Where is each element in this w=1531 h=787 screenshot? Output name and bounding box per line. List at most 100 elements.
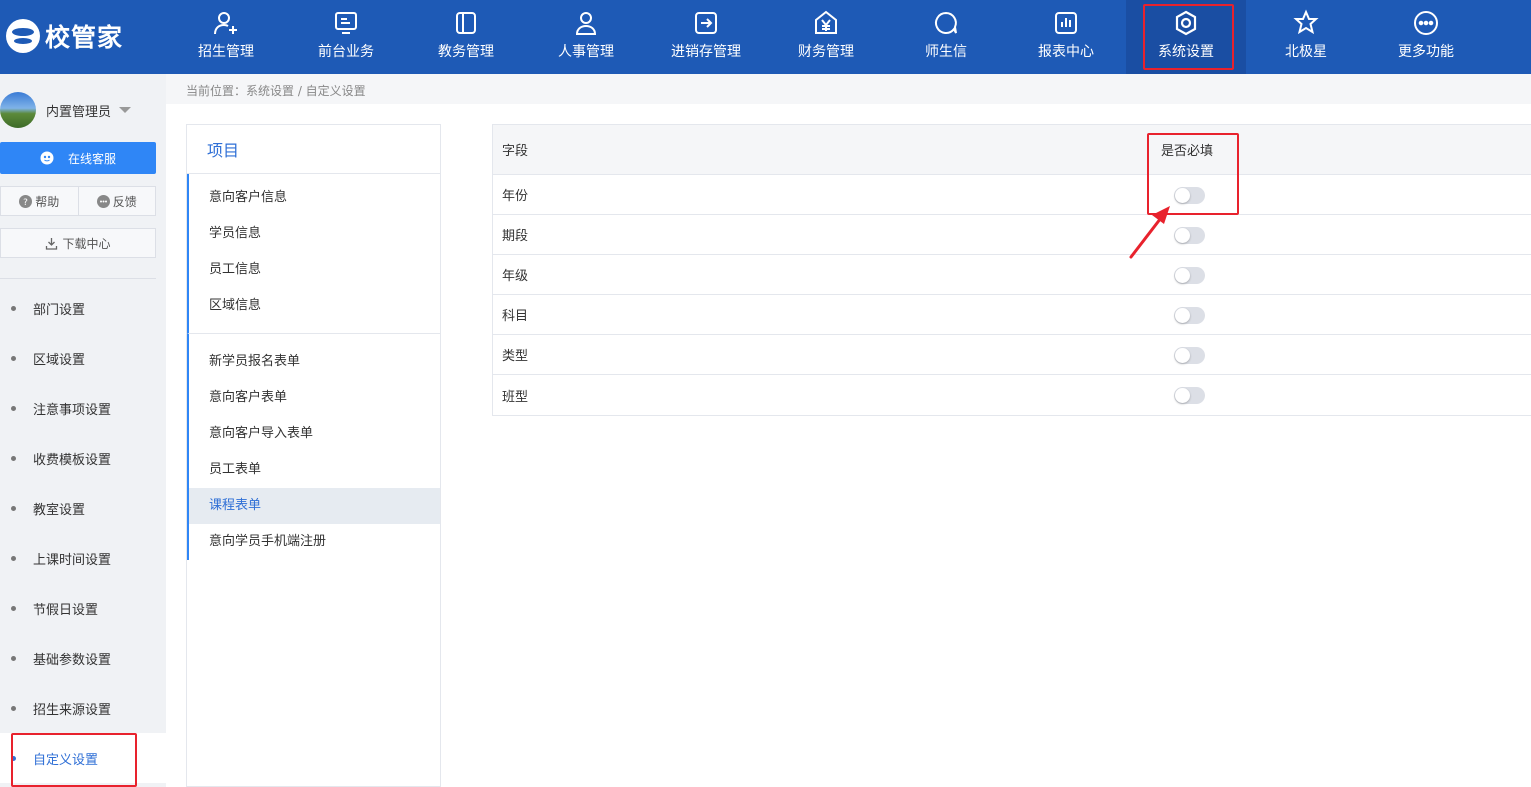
required-toggle[interactable] bbox=[1174, 387, 1205, 404]
nav-item-finance[interactable]: 财务管理 bbox=[766, 0, 886, 74]
sidebar-item-custom-settings[interactable]: 自定义设置 bbox=[0, 733, 166, 783]
table-header: 字段 是否必填 bbox=[493, 125, 1531, 175]
sidebar-item-basic-params[interactable]: 基础参数设置 bbox=[0, 633, 166, 683]
left-sidebar: 内置管理员 在线客服 ? 帮助 反馈 下载中心 部门设置 区域设置 注意事项设置… bbox=[0, 74, 166, 787]
project-item-student-info[interactable]: 学员信息 bbox=[189, 216, 440, 252]
sidebar-item-notices[interactable]: 注意事项设置 bbox=[0, 383, 166, 433]
breadcrumb: 当前位置：系统设置 / 自定义设置 bbox=[166, 74, 1531, 104]
field-name: 期段 bbox=[502, 229, 529, 244]
caret-down-icon bbox=[119, 107, 132, 113]
bullet-icon bbox=[11, 655, 16, 661]
required-toggle[interactable] bbox=[1174, 227, 1205, 244]
required-toggle[interactable] bbox=[1174, 267, 1205, 284]
feedback-label: 反馈 bbox=[112, 194, 137, 209]
column-header-required: 是否必填 bbox=[1161, 144, 1214, 159]
table-row: 类型 bbox=[493, 335, 1531, 375]
toggle-knob bbox=[1175, 388, 1190, 403]
table-row: 年份 bbox=[493, 175, 1531, 215]
nav-item-messaging[interactable]: 师生信 bbox=[886, 0, 1006, 74]
toggle-knob bbox=[1175, 268, 1190, 283]
exchange-icon bbox=[695, 12, 717, 34]
bullet-icon bbox=[11, 705, 16, 711]
sidebar-item-label: 基础参数设置 bbox=[33, 652, 112, 668]
nav-item-more[interactable]: 更多功能 bbox=[1366, 0, 1486, 74]
sidebar-item-class-time[interactable]: 上课时间设置 bbox=[0, 533, 166, 583]
sidebar-item-holidays[interactable]: 节假日设置 bbox=[0, 583, 166, 633]
sidebar-item-label: 教室设置 bbox=[33, 502, 86, 518]
more-icon bbox=[1414, 11, 1438, 35]
nav-item-label: 北极星 bbox=[1285, 44, 1327, 60]
feedback-icon bbox=[96, 194, 110, 208]
app-logo[interactable]: 校管家 bbox=[6, 14, 123, 58]
user-menu[interactable]: 内置管理员 bbox=[0, 90, 166, 130]
bullet-icon bbox=[11, 605, 16, 611]
book-icon bbox=[456, 12, 476, 34]
required-toggle[interactable] bbox=[1174, 347, 1205, 364]
nav-item-label: 教务管理 bbox=[438, 44, 494, 60]
field-name: 类型 bbox=[502, 349, 529, 364]
star-icon bbox=[1293, 9, 1319, 35]
help-button[interactable]: ? 帮助 bbox=[1, 187, 78, 215]
user-name: 内置管理员 bbox=[46, 104, 112, 120]
nav-item-reports[interactable]: 报表中心 bbox=[1006, 0, 1126, 74]
gear-icon bbox=[1175, 10, 1197, 36]
sidebar-item-region[interactable]: 区域设置 bbox=[0, 333, 166, 383]
bullet-icon bbox=[11, 355, 16, 361]
table-row: 年级 bbox=[493, 255, 1531, 295]
project-item-new-student-form[interactable]: 新学员报名表单 bbox=[189, 344, 440, 380]
required-toggle[interactable] bbox=[1174, 307, 1205, 324]
toggle-knob bbox=[1175, 348, 1190, 363]
sidebar-item-label: 区域设置 bbox=[33, 352, 86, 368]
sidebar-item-fee-template[interactable]: 收费模板设置 bbox=[0, 433, 166, 483]
project-item-region-info[interactable]: 区域信息 bbox=[189, 288, 440, 324]
field-name: 班型 bbox=[502, 389, 529, 405]
nav-item-label: 系统设置 bbox=[1158, 44, 1214, 60]
report-icon bbox=[1055, 12, 1077, 34]
sidebar-item-label: 自定义设置 bbox=[33, 752, 99, 768]
table-row: 班型 bbox=[493, 375, 1531, 415]
project-item-staff-info[interactable]: 员工信息 bbox=[189, 252, 440, 288]
sidebar-item-enrollment-source[interactable]: 招生来源设置 bbox=[0, 683, 166, 733]
nav-item-front-desk[interactable]: 前台业务 bbox=[286, 0, 406, 74]
project-item-prospect-info[interactable]: 意向客户信息 bbox=[189, 180, 440, 216]
logo-text: 校管家 bbox=[45, 23, 124, 52]
monitor-icon bbox=[335, 12, 357, 34]
project-item-course-form[interactable]: 课程表单 bbox=[189, 488, 440, 524]
download-center-button[interactable]: 下载中心 bbox=[0, 228, 156, 258]
help-label: 帮助 bbox=[35, 194, 60, 209]
nav-item-enrollment[interactable]: 招生管理 bbox=[166, 0, 286, 74]
svg-text:?: ? bbox=[23, 198, 28, 208]
project-panel: 项目 意向客户信息 学员信息 员工信息 区域信息 新学员报名表单 意向客户表单 … bbox=[186, 124, 441, 787]
project-item-prospect-import-form[interactable]: 意向客户导入表单 bbox=[189, 416, 440, 452]
required-toggle[interactable] bbox=[1174, 187, 1205, 204]
nav-item-system-settings[interactable]: 系统设置 bbox=[1126, 0, 1246, 74]
sidebar-item-label: 注意事项设置 bbox=[33, 402, 112, 418]
bullet-icon bbox=[11, 305, 16, 311]
sidebar-item-classroom[interactable]: 教室设置 bbox=[0, 483, 166, 533]
online-service-button[interactable]: 在线客服 bbox=[0, 142, 156, 174]
bullet-icon bbox=[11, 455, 16, 461]
avatar bbox=[0, 92, 36, 128]
chat-icon bbox=[935, 11, 957, 34]
project-item-mobile-registration[interactable]: 意向学员手机端注册 bbox=[189, 524, 440, 560]
feedback-button[interactable]: 反馈 bbox=[77, 187, 156, 215]
nav-item-academic[interactable]: 教务管理 bbox=[406, 0, 526, 74]
toggle-knob bbox=[1175, 188, 1190, 203]
sidebar-item-department[interactable]: 部门设置 bbox=[0, 283, 166, 333]
question-icon: ? bbox=[19, 194, 33, 208]
project-group-info: 意向客户信息 学员信息 员工信息 区域信息 bbox=[187, 174, 440, 334]
top-nav-bar: 校管家 招生管理 前台业务 教务管理 人事管理 进销存管理 财务管理 师生信 报… bbox=[0, 0, 1531, 74]
nav-item-polaris[interactable]: 北极星 bbox=[1246, 0, 1366, 74]
nav-item-label: 更多功能 bbox=[1398, 44, 1454, 60]
field-name: 年级 bbox=[502, 269, 529, 284]
project-item-prospect-form[interactable]: 意向客户表单 bbox=[189, 380, 440, 416]
nav-item-hr[interactable]: 人事管理 bbox=[526, 0, 646, 74]
nav-item-label: 人事管理 bbox=[558, 44, 614, 60]
nav-item-label: 报表中心 bbox=[1038, 44, 1094, 60]
project-item-staff-form[interactable]: 员工表单 bbox=[189, 452, 440, 488]
person-icon bbox=[575, 12, 597, 35]
field-name: 年份 bbox=[502, 189, 529, 204]
sidebar-item-label: 收费模板设置 bbox=[33, 452, 112, 468]
nav-item-inventory[interactable]: 进销存管理 bbox=[646, 0, 766, 74]
sidebar-item-label: 招生来源设置 bbox=[33, 702, 112, 718]
